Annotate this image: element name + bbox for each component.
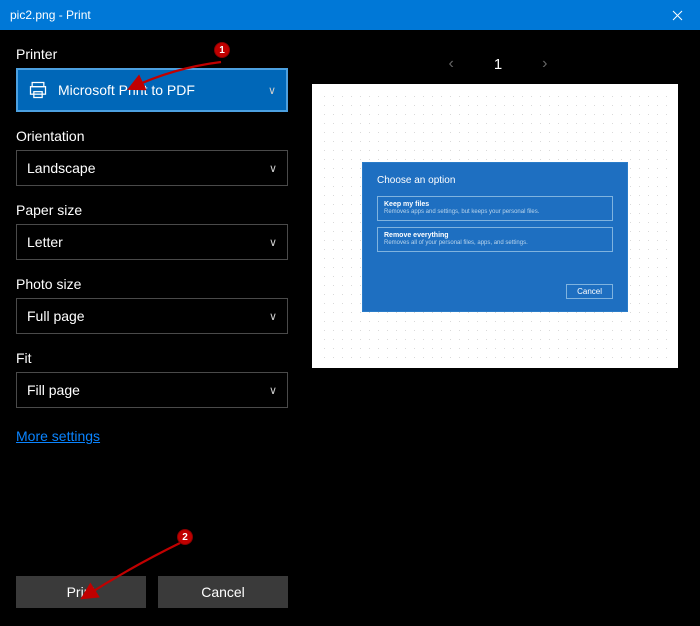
prev-page-button[interactable]: ‹ [449, 55, 454, 73]
print-preview: Choose an option Keep my files Removes a… [312, 84, 678, 368]
preview-content: Choose an option Keep my files Removes a… [362, 162, 628, 312]
chevron-down-icon: ∨ [269, 310, 277, 323]
next-page-button[interactable]: › [542, 55, 547, 73]
fit-value: Fill page [27, 382, 269, 398]
preview-option-remove-everything: Remove everything Removes all of your pe… [377, 227, 613, 252]
annotation-arrow-2 [76, 537, 186, 605]
orientation-select[interactable]: Landscape ∨ [16, 150, 288, 186]
annotation-arrow-1 [123, 56, 231, 96]
chevron-down-icon: ∨ [269, 236, 277, 249]
photo-size-select[interactable]: Full page ∨ [16, 298, 288, 334]
preview-pager: ‹ 1 › [312, 44, 684, 84]
page-number: 1 [494, 56, 502, 73]
close-button[interactable] [655, 0, 700, 30]
photo-size-label: Photo size [16, 276, 288, 292]
preview-panel: ‹ 1 › Choose an option Keep my files Rem… [312, 44, 684, 626]
print-dialog-window: pic2.png - Print Printer Microsoft Print… [0, 0, 700, 626]
preview-title: Choose an option [377, 175, 613, 186]
titlebar: pic2.png - Print [0, 0, 700, 30]
fit-label: Fit [16, 350, 288, 366]
chevron-down-icon: ∨ [269, 162, 277, 175]
paper-size-value: Letter [27, 234, 269, 250]
chevron-down-icon: ∨ [269, 384, 277, 397]
chevron-down-icon: ∨ [268, 84, 276, 97]
orientation-value: Landscape [27, 160, 269, 176]
more-settings-link[interactable]: More settings [16, 428, 100, 444]
paper-size-select[interactable]: Letter ∨ [16, 224, 288, 260]
close-icon [672, 10, 683, 21]
preview-cancel: Cancel [566, 284, 613, 299]
fit-select[interactable]: Fill page ∨ [16, 372, 288, 408]
paper-size-label: Paper size [16, 202, 288, 218]
window-title: pic2.png - Print [10, 8, 91, 22]
orientation-label: Orientation [16, 128, 288, 144]
preview-option-keep-files: Keep my files Removes apps and settings,… [377, 196, 613, 221]
printer-icon [28, 80, 48, 100]
photo-size-value: Full page [27, 308, 269, 324]
